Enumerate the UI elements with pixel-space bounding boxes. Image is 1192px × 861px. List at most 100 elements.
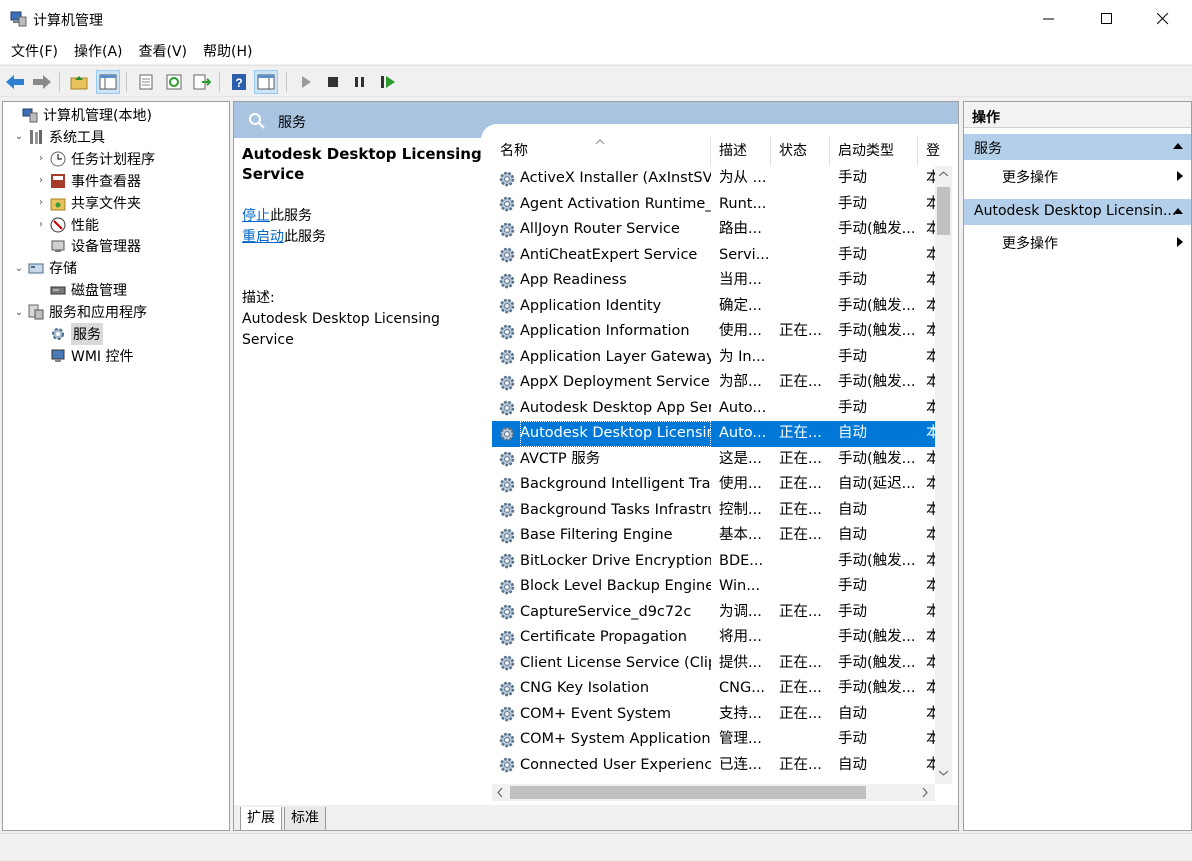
actions-section-services[interactable]: 服务 bbox=[964, 134, 1191, 160]
restart-service-link[interactable]: 重启动 bbox=[242, 229, 284, 245]
collapsed-chevron-icon[interactable]: › bbox=[35, 175, 47, 186]
service-status bbox=[771, 727, 830, 753]
service-name: COM+ System Application bbox=[520, 731, 711, 747]
service-row[interactable]: AVCTP 服务这是...正在...手动(触发...本 bbox=[492, 447, 937, 473]
vertical-scrollbar[interactable] bbox=[935, 166, 952, 784]
minimize-button[interactable] bbox=[1020, 0, 1078, 38]
service-row[interactable]: Client License Service (Clip... 提供... 正在..… bbox=[492, 651, 937, 677]
service-status bbox=[771, 345, 830, 371]
collapsed-chevron-icon[interactable]: › bbox=[35, 197, 47, 208]
service-row[interactable]: Application Layer Gateway ...为 In...手动本 bbox=[492, 345, 937, 371]
expanded-chevron-icon[interactable]: ⌄ bbox=[13, 131, 25, 142]
service-startup-type: 自动 bbox=[838, 756, 867, 773]
tree-item[interactable]: 设备管理器 bbox=[35, 235, 141, 257]
column-name[interactable]: 名称 bbox=[492, 136, 711, 166]
service-name: Application Identity bbox=[520, 297, 662, 314]
stop-service-button[interactable] bbox=[321, 70, 345, 94]
column-description[interactable]: 描述 bbox=[711, 136, 771, 166]
up-folder-button[interactable] bbox=[67, 70, 91, 94]
service-row[interactable]: Autodesk Desktop App Ser...Auto...手动本 bbox=[492, 396, 937, 422]
service-row[interactable]: Block Level Backup Engine ...Win...手动本 bbox=[492, 574, 937, 600]
performance-icon bbox=[49, 216, 67, 234]
export-list-button[interactable] bbox=[190, 70, 214, 94]
tab-standard[interactable]: 标准 bbox=[284, 807, 326, 830]
actions-section-selected-service-label: Autodesk Desktop Licensin... bbox=[974, 203, 1177, 219]
column-status[interactable]: 状态 bbox=[771, 136, 830, 166]
service-row[interactable]: Application Information 使用... 正在... 手动(触发..… bbox=[492, 319, 937, 345]
service-row[interactable]: CNG Key IsolationCNG...正在...手动(触发...本 bbox=[492, 676, 937, 702]
collapsed-chevron-icon[interactable]: › bbox=[35, 219, 47, 230]
service-row[interactable]: AntiCheatExpert ServiceServi...手动本 bbox=[492, 243, 937, 269]
tree-item[interactable]: 计算机管理(本地) bbox=[7, 104, 152, 126]
tree-item[interactable]: 磁盘管理 bbox=[35, 279, 127, 301]
tree-item[interactable]: ⌄ 存储 bbox=[13, 257, 77, 279]
services-icon bbox=[49, 325, 67, 343]
horizontal-scrollbar[interactable] bbox=[492, 784, 935, 801]
service-row[interactable]: App Readiness当用...手动本 bbox=[492, 268, 937, 294]
service-row[interactable]: Application Identity确定...手动(触发...本 bbox=[492, 294, 937, 320]
show-hide-console-tree-button[interactable] bbox=[96, 70, 120, 94]
service-detail-panel: Autodesk Desktop Licensing Service 停止此服务… bbox=[242, 144, 482, 351]
pause-service-button[interactable] bbox=[348, 70, 372, 94]
refresh-button[interactable] bbox=[162, 70, 186, 94]
service-row[interactable]: BitLocker Drive Encryption ... BDE... 手动(触… bbox=[492, 549, 937, 575]
menu-action[interactable]: 操作(A) bbox=[67, 41, 130, 61]
service-row[interactable]: Base Filtering Engine基本...正在...自动本 bbox=[492, 523, 937, 549]
service-row[interactable]: COM+ Event System支持...正在...自动本 bbox=[492, 702, 937, 728]
menu-file[interactable]: 文件(F) bbox=[4, 41, 65, 61]
service-row[interactable]: ActiveX Installer (AxInstSV)为从 ...手动本 bbox=[492, 166, 937, 192]
tree-item[interactable]: WMI 控件 bbox=[35, 345, 134, 367]
maximize-button[interactable] bbox=[1078, 0, 1136, 38]
help-button[interactable]: ? bbox=[227, 70, 251, 94]
service-row[interactable]: Background Intelligent Tra... 使用... 正在... 自… bbox=[492, 472, 937, 498]
show-hide-action-pane-button[interactable] bbox=[254, 70, 278, 94]
service-row[interactable]: AllJoyn Router Service路由...手动(触发...本 bbox=[492, 217, 937, 243]
expanded-chevron-icon[interactable]: ⌄ bbox=[13, 263, 25, 274]
restart-service-button[interactable] bbox=[376, 70, 400, 94]
service-gear-icon bbox=[499, 758, 515, 773]
service-row[interactable]: COM+ System Application管理...手动本 bbox=[492, 727, 937, 753]
more-actions-services[interactable]: 更多操作 bbox=[964, 163, 1191, 189]
title-bar: 计算机管理 bbox=[0, 0, 1192, 38]
forward-button[interactable] bbox=[30, 70, 54, 94]
back-button[interactable] bbox=[3, 70, 27, 94]
stop-service-link[interactable]: 停止 bbox=[242, 208, 270, 224]
tree-item[interactable]: › 事件查看器 bbox=[35, 170, 141, 192]
tree-item[interactable]: › 共享文件夹 bbox=[35, 192, 141, 214]
menu-help[interactable]: 帮助(H) bbox=[196, 41, 259, 61]
service-row[interactable]: Background Tasks Infrastru... 控制... 正在... 自… bbox=[492, 498, 937, 524]
service-row[interactable]: Agent Activation Runtime_...Runt...手动本 bbox=[492, 192, 937, 218]
column-log-on-as[interactable]: 登 bbox=[918, 136, 958, 166]
tree-item[interactable]: › 任务计划程序 bbox=[35, 148, 155, 170]
menu-view[interactable]: 查看(V) bbox=[132, 41, 195, 61]
close-button[interactable] bbox=[1134, 0, 1192, 38]
tree-item[interactable]: 服务 bbox=[35, 323, 103, 345]
tree-item[interactable]: ⌄ 服务和应用程序 bbox=[13, 301, 147, 323]
service-row[interactable]: Connected User Experienc...已连...正在...自动本 bbox=[492, 753, 937, 779]
tree-item[interactable]: ⌄ 系统工具 bbox=[13, 126, 105, 148]
tab-extended[interactable]: 扩展 bbox=[240, 807, 282, 830]
column-startup-type[interactable]: 启动类型 bbox=[830, 136, 918, 166]
service-row[interactable]: AppX Deployment Service ... 为部... 正在... 手动(… bbox=[492, 370, 937, 396]
service-name: BitLocker Drive Encryption ... bbox=[520, 552, 711, 569]
service-description: Runt... bbox=[719, 195, 767, 212]
actions-section-selected-service[interactable]: Autodesk Desktop Licensin... bbox=[964, 199, 1191, 225]
service-status bbox=[771, 549, 830, 575]
more-actions-selected-service[interactable]: 更多操作 bbox=[964, 229, 1191, 255]
service-row[interactable]: CaptureService_d9c72c为调...正在...手动本 bbox=[492, 600, 937, 626]
start-service-button[interactable] bbox=[294, 70, 318, 94]
service-row[interactable]: Autodesk Desktop Licensin... Auto... 正在...… bbox=[492, 421, 937, 447]
tree-item-label: 计算机管理(本地) bbox=[43, 108, 152, 124]
service-name: AllJoyn Router Service bbox=[520, 221, 680, 237]
collapsed-chevron-icon[interactable]: › bbox=[35, 153, 47, 164]
service-startup-type: 手动(触发... bbox=[838, 221, 916, 237]
tree-item[interactable]: › 性能 bbox=[35, 214, 99, 236]
service-row[interactable]: Certificate Propagation将用...手动(触发...本 bbox=[492, 625, 937, 651]
vertical-scroll-thumb[interactable] bbox=[937, 187, 950, 235]
properties-button[interactable] bbox=[134, 70, 158, 94]
maximize-icon bbox=[1101, 13, 1112, 24]
horizontal-scroll-thumb[interactable] bbox=[510, 786, 866, 799]
sort-ascending-icon bbox=[596, 139, 604, 144]
expanded-chevron-icon[interactable]: ⌄ bbox=[13, 307, 25, 318]
back-arrow-icon bbox=[6, 75, 24, 89]
